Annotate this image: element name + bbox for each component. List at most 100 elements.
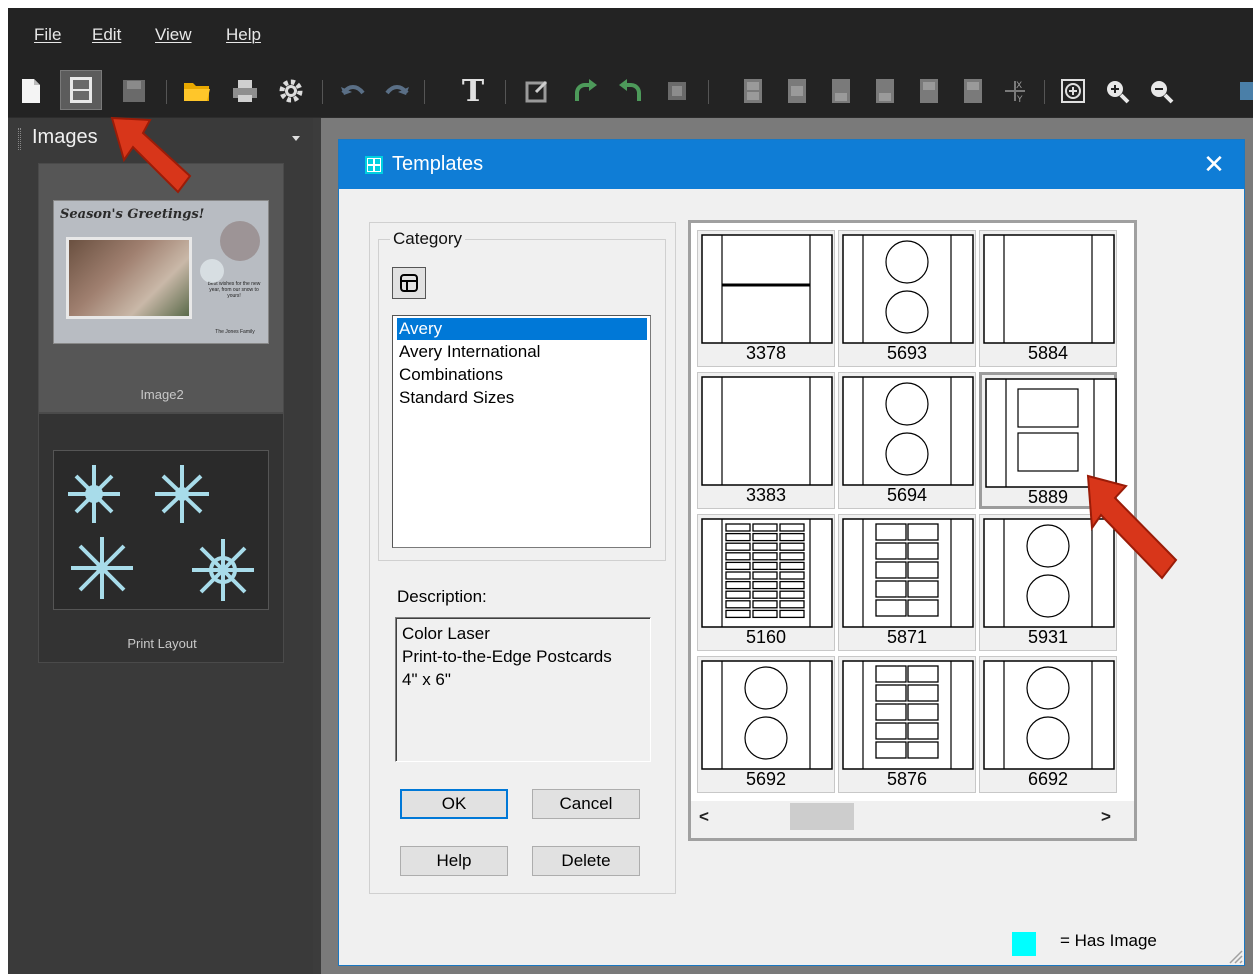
crop-icon[interactable] xyxy=(660,74,694,108)
ok-button[interactable]: OK xyxy=(400,789,508,819)
redo-icon[interactable] xyxy=(380,74,414,108)
more-tools-icon[interactable] xyxy=(1234,74,1253,108)
images-panel: Images Season's Greetings! Best wishes f… xyxy=(8,118,313,974)
template-preview-icon xyxy=(983,234,1115,344)
template-tile-5884[interactable]: 5884 xyxy=(979,230,1117,367)
template-label: 5160 xyxy=(745,627,787,647)
rotate-right-icon[interactable] xyxy=(568,74,602,108)
thumbnail-label: Image2 xyxy=(140,387,184,402)
delete-button[interactable]: Delete xyxy=(532,846,640,876)
template-label: 5694 xyxy=(886,485,928,505)
cancel-button[interactable]: Cancel xyxy=(532,789,640,819)
undo-icon[interactable] xyxy=(336,74,370,108)
category-item-combinations[interactable]: Combinations xyxy=(399,364,503,386)
image-thumbnail-image2[interactable]: Season's Greetings! Best wishes for the … xyxy=(38,163,284,413)
template-preview-icon xyxy=(701,376,833,486)
dialog-title-bar[interactable]: Templates ✕ xyxy=(339,140,1244,189)
layout-icon[interactable] xyxy=(60,70,102,110)
open-folder-icon[interactable] xyxy=(180,74,214,108)
panel-grip[interactable] xyxy=(18,128,21,150)
xy-icon[interactable]: XY xyxy=(998,74,1032,108)
template-tile-5694[interactable]: 5694 xyxy=(838,372,976,509)
template-label: 5871 xyxy=(886,627,928,647)
grid-icon-5[interactable] xyxy=(912,74,946,108)
dialog-title: Templates xyxy=(392,153,484,175)
snowflake-decoration xyxy=(220,221,260,261)
description-label: Description: xyxy=(397,587,487,606)
scroll-left-icon[interactable]: < xyxy=(699,807,709,827)
menu-bar: File Edit View Help xyxy=(8,8,1253,60)
postcard-heading: Season's Greetings! xyxy=(60,207,205,222)
family-photo xyxy=(66,237,192,319)
scrollbar-thumb[interactable] xyxy=(790,803,854,830)
grid-icon-4[interactable] xyxy=(868,74,902,108)
panel-dropdown-icon[interactable] xyxy=(292,136,300,141)
save-icon[interactable] xyxy=(117,74,151,108)
grid-icon-2[interactable] xyxy=(780,74,814,108)
menu-view[interactable]: View xyxy=(155,25,192,45)
description-line: Print-to-the-Edge Postcards xyxy=(402,647,612,666)
template-preview-icon xyxy=(842,518,974,628)
template-preview-icon xyxy=(701,234,833,344)
category-item-avery-international[interactable]: Avery International xyxy=(399,341,540,363)
has-image-swatch xyxy=(1012,932,1036,956)
template-label: 3383 xyxy=(745,485,787,505)
scroll-right-icon[interactable]: > xyxy=(1101,807,1111,827)
edit-image-icon[interactable] xyxy=(520,74,554,108)
resize-grip-icon[interactable] xyxy=(1227,948,1243,964)
close-button[interactable]: ✕ xyxy=(1184,140,1244,189)
svg-text:X: X xyxy=(1016,81,1022,91)
grid-icon-3[interactable] xyxy=(824,74,858,108)
grid-icon-1[interactable] xyxy=(736,74,770,108)
rotate-left-icon[interactable] xyxy=(614,74,648,108)
grid-icon-6[interactable] xyxy=(956,74,990,108)
template-label: 6692 xyxy=(1027,769,1069,789)
template-tile-5692[interactable]: 5692 xyxy=(697,656,835,793)
template-label: 5692 xyxy=(745,769,787,789)
svg-text:Y: Y xyxy=(1016,95,1023,105)
text-icon[interactable]: T xyxy=(456,74,490,109)
category-options-button[interactable] xyxy=(392,267,426,299)
print-icon[interactable] xyxy=(228,74,262,108)
postcard-signature: The Jones Family xyxy=(215,329,255,335)
snowflake-decoration xyxy=(200,259,224,283)
fit-icon[interactable] xyxy=(1056,74,1090,108)
folder-icon xyxy=(400,274,418,292)
template-preview-icon xyxy=(701,660,833,770)
template-tile-5871[interactable]: 5871 xyxy=(838,514,976,651)
new-document-icon[interactable] xyxy=(14,74,48,108)
postcard-thumbnail: Season's Greetings! Best wishes for the … xyxy=(53,200,269,344)
annotation-arrow xyxy=(1086,474,1178,580)
template-tile-5693[interactable]: 5693 xyxy=(838,230,976,367)
template-tile-3378[interactable]: 3378 xyxy=(697,230,835,367)
horizontal-scrollbar[interactable]: < > xyxy=(691,801,1134,838)
annotation-arrow xyxy=(110,116,192,194)
zoom-in-icon[interactable] xyxy=(1100,74,1134,108)
description-box: Color Laser Print-to-the-Edge Postcards … xyxy=(395,617,651,762)
menu-edit[interactable]: Edit xyxy=(92,25,121,45)
template-preview-icon xyxy=(842,234,974,344)
template-tile-5876[interactable]: 5876 xyxy=(838,656,976,793)
description-line: Color Laser xyxy=(402,624,490,643)
template-label: 5931 xyxy=(1027,627,1069,647)
template-label: 5693 xyxy=(886,343,928,363)
zoom-out-icon[interactable] xyxy=(1144,74,1178,108)
template-preview-icon xyxy=(842,660,974,770)
help-button[interactable]: Help xyxy=(400,846,508,876)
thumbnail-label: Print Layout xyxy=(127,636,197,651)
category-item-avery[interactable]: Avery xyxy=(397,318,647,340)
postcard-message: Best wishes for the new year, from our s… xyxy=(207,281,261,299)
template-tile-6692[interactable]: 6692 xyxy=(979,656,1117,793)
template-preview-icon xyxy=(842,376,974,486)
settings-icon[interactable] xyxy=(274,74,308,108)
category-listbox[interactable]: Avery Avery International Combinations S… xyxy=(392,315,651,548)
menu-help[interactable]: Help xyxy=(226,25,261,45)
templates-icon xyxy=(365,156,383,174)
snowflakes-thumbnail xyxy=(53,450,269,610)
template-preview-icon xyxy=(983,660,1115,770)
category-item-standard-sizes[interactable]: Standard Sizes xyxy=(399,387,514,409)
menu-file[interactable]: File xyxy=(34,25,61,45)
image-thumbnail-print-layout[interactable]: Print Layout xyxy=(38,413,284,663)
template-tile-3383[interactable]: 3383 xyxy=(697,372,835,509)
template-tile-5160[interactable]: 5160 xyxy=(697,514,835,651)
